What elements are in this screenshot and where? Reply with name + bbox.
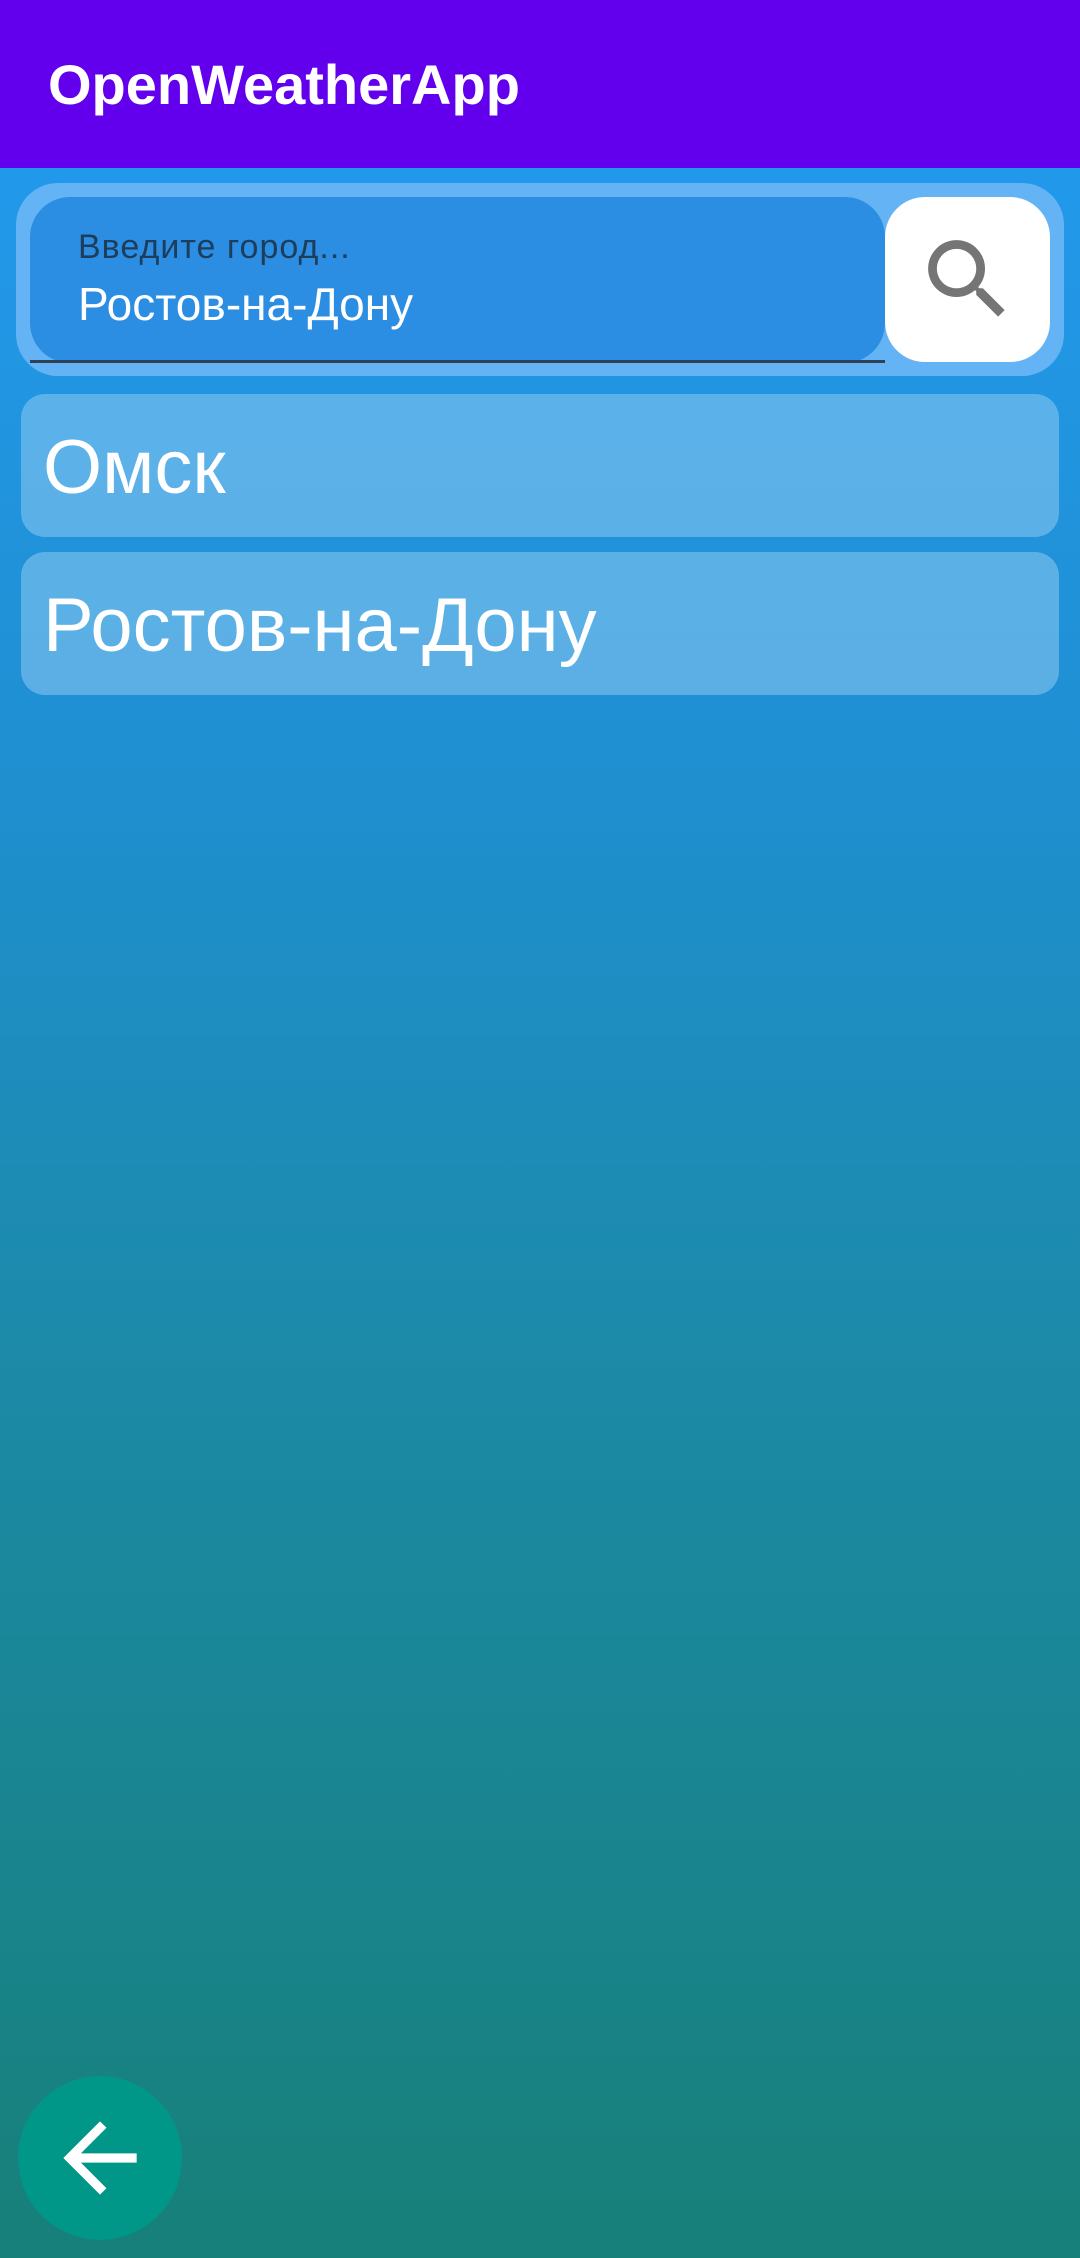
- search-hint: Введите город...: [78, 228, 351, 266]
- city-list-item[interactable]: Омск: [21, 394, 1059, 537]
- app-bar: OpenWeatherApp: [0, 0, 1080, 168]
- city-name: Ростов-на-Дону: [43, 583, 597, 668]
- search-icon: [928, 240, 1005, 317]
- search-underline: [30, 360, 885, 363]
- city-list-item[interactable]: Ростов-на-Дону: [21, 552, 1059, 695]
- search-button[interactable]: [885, 197, 1050, 362]
- back-button[interactable]: [18, 2076, 182, 2240]
- arrow-back-icon: [63, 2121, 137, 2195]
- search-input-value[interactable]: Ростов-на-Дону: [78, 276, 413, 332]
- app-title: OpenWeatherApp: [48, 53, 520, 116]
- app-screen: OpenWeatherApp Введите город... Ростов-н…: [0, 0, 1080, 2258]
- city-name: Омск: [43, 425, 226, 510]
